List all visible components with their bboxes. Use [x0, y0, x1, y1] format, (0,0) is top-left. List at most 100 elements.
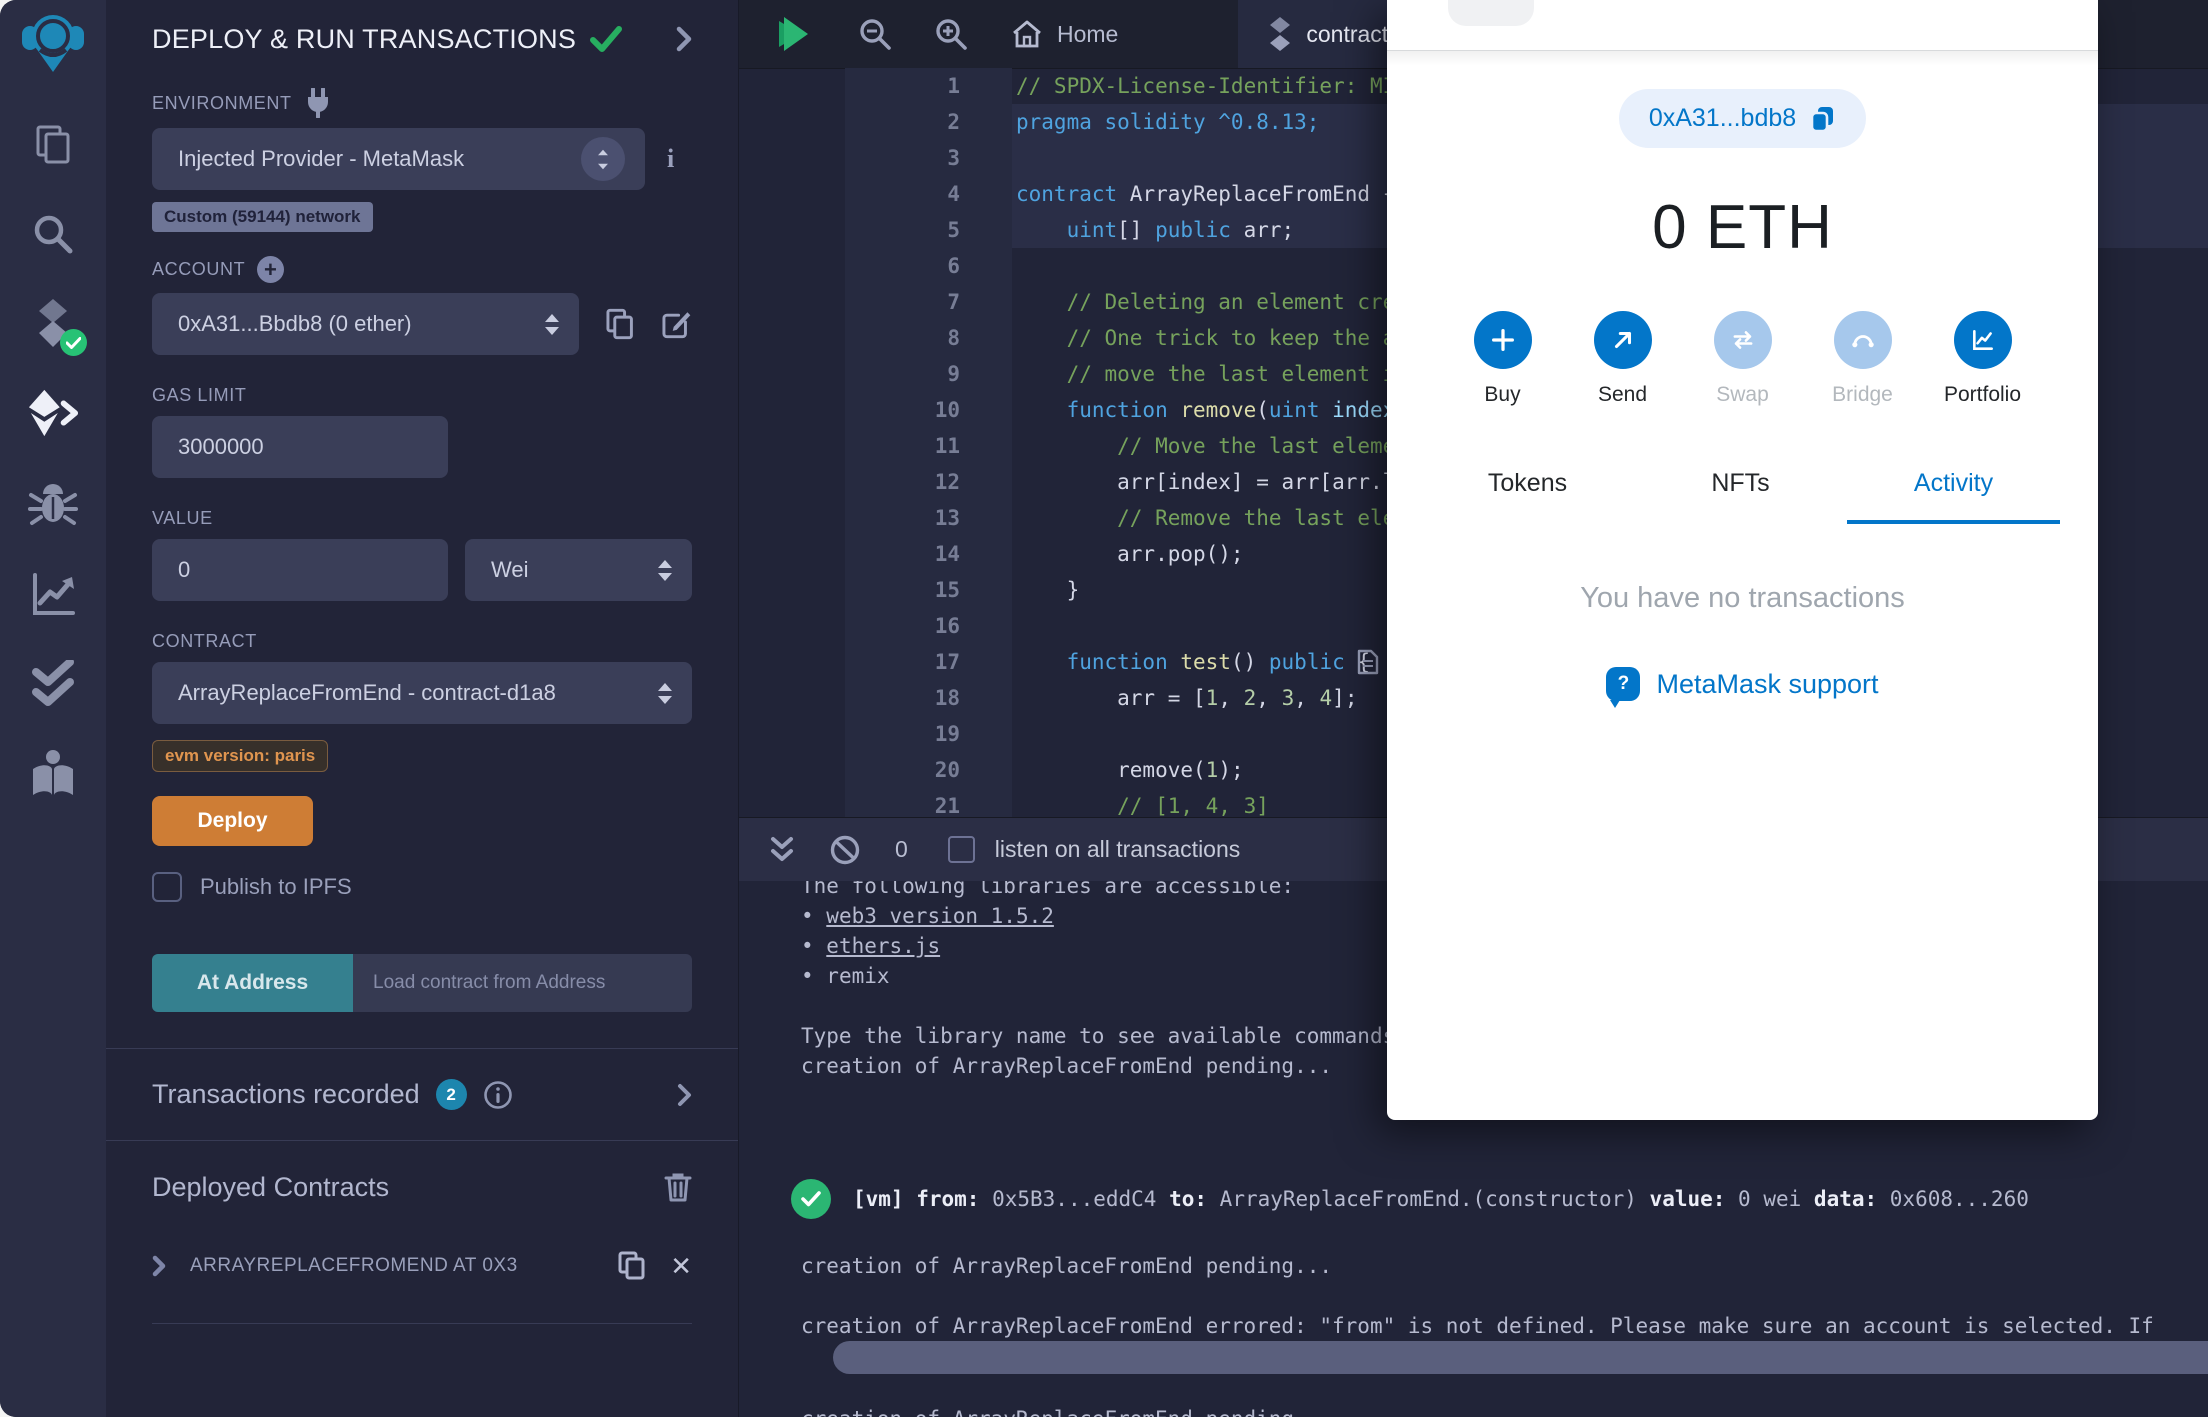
terminal-log-line: creation of ArrayReplaceFromEnd errored:… [801, 1314, 2154, 1338]
run-script-button[interactable] [777, 15, 811, 53]
load-contract-address-input[interactable] [353, 954, 692, 1012]
listened-transactions-count: 0 [895, 836, 908, 862]
copy-address-icon[interactable] [618, 1251, 646, 1281]
listen-all-transactions-label: listen on all transactions [994, 836, 1241, 862]
portfolio-action-button[interactable]: Portfolio [1944, 311, 2021, 407]
swap-icon [1713, 311, 1772, 369]
metamask-account-address: 0xA31...bdb8 [1648, 104, 1797, 132]
buy-action-button[interactable]: Buy [1473, 311, 1532, 407]
metamask-account-pill[interactable]: 0xA31...bdb8 [1618, 89, 1867, 148]
zoom-out-icon [860, 19, 891, 50]
line-number: 5 [845, 212, 1012, 248]
send-action-button[interactable]: Send [1593, 311, 1652, 407]
action-label: Send [1597, 383, 1648, 406]
copy-address-icon[interactable] [1810, 105, 1836, 133]
value-input[interactable] [152, 539, 448, 601]
add-account-icon[interactable]: + [257, 256, 285, 283]
terminal-expand-button[interactable] [769, 835, 795, 865]
copy-account-icon[interactable] [605, 308, 634, 340]
deployed-contracts-label: Deployed Contracts [152, 1171, 390, 1202]
terminal-horizontal-scrollbar[interactable] [739, 1341, 2208, 1374]
edit-account-icon[interactable] [661, 308, 692, 340]
deployed-contract-item[interactable]: ARRAYREPLACEFROMEND AT 0X3 ✕ [152, 1251, 692, 1281]
expand-chevron-icon[interactable] [152, 1255, 166, 1277]
plug-icon[interactable] [304, 88, 332, 118]
inline-file-icon[interactable] [1357, 649, 1379, 675]
tab-home[interactable]: Home [1011, 19, 1118, 49]
row-divider [152, 1323, 692, 1324]
search-icon [34, 215, 73, 254]
zoom-in-button[interactable] [933, 16, 969, 52]
metamask-tab-nfts[interactable]: NFTs [1634, 469, 1847, 524]
metamask-tab-tokens[interactable]: Tokens [1421, 469, 1634, 524]
at-address-button[interactable]: At Address [152, 954, 353, 1012]
zoom-in-icon [936, 19, 967, 50]
transactions-count-badge: 2 [435, 1079, 467, 1110]
listen-all-transactions-checkbox[interactable] [947, 836, 975, 863]
account-select[interactable]: 0xA31...Bbdb8 (0 ether) [152, 293, 580, 355]
sidebar-item-analytics[interactable] [27, 568, 79, 620]
panel-check-icon [590, 26, 623, 52]
line-number: 4 [845, 176, 1012, 212]
environment-select[interactable]: Injected Provider - MetaMask [152, 128, 645, 190]
plus-icon [1473, 311, 1532, 369]
analytics-chart-icon [33, 573, 75, 615]
remix-logo-icon[interactable] [20, 10, 86, 80]
trash-icon[interactable] [664, 1171, 692, 1203]
sidebar-item-debugger[interactable] [27, 478, 79, 530]
value-unit-select[interactable]: Wei [465, 539, 692, 601]
sidebar-item-file-explorer[interactable] [27, 118, 79, 170]
file-explorer-icon [36, 125, 70, 164]
close-icon[interactable]: ✕ [670, 1253, 692, 1279]
zoom-out-button[interactable] [857, 16, 893, 52]
publish-ipfs-label: Publish to IPFS [200, 874, 352, 899]
action-label: Swap [1716, 383, 1769, 406]
line-number: 20 [845, 752, 1012, 788]
sidebar-item-unit-testing[interactable] [27, 658, 79, 710]
learneth-book-icon [33, 750, 73, 795]
metamask-tab-activity[interactable]: Activity [1847, 469, 2060, 524]
transactions-recorded-row[interactable]: Transactions recorded 2 [152, 1049, 692, 1140]
gas-limit-input[interactable] [152, 416, 448, 478]
select-arrows-icon [658, 559, 672, 581]
sidebar-item-solidity-compiler[interactable] [27, 298, 87, 356]
sidebar-item-learneth[interactable] [27, 748, 79, 800]
metamask-action-buttons: Buy Send Swap Bridge Portfolio [1387, 311, 2098, 407]
double-check-icon [32, 660, 74, 706]
line-number: 19 [845, 716, 1012, 752]
line-number: 17 [845, 644, 1012, 680]
deploy-button[interactable]: Deploy [152, 796, 313, 846]
home-icon [1013, 20, 1041, 48]
publish-ipfs-checkbox[interactable] [152, 872, 182, 902]
clear-console-button[interactable] [829, 834, 861, 866]
sidebar-item-deploy-and-run[interactable] [27, 388, 79, 440]
environment-label-row: ENVIRONMENT [152, 88, 692, 118]
compile-success-badge [60, 329, 87, 356]
terminal-library-link[interactable]: ethers.js [826, 934, 940, 958]
environment-info-icon[interactable]: i [667, 144, 674, 174]
panel-header: DEPLOY & RUN TRANSACTIONS [152, 16, 692, 62]
transactions-info-icon[interactable] [483, 1080, 513, 1110]
sidebar-item-search[interactable] [27, 208, 79, 260]
contract-select[interactable]: ArrayReplaceFromEnd - contract-d1a8 [152, 662, 692, 724]
chart-icon [1953, 311, 2012, 369]
terminal-library-link[interactable]: web3 version 1.5.2 [826, 904, 1054, 928]
metamask-balance: 0 ETH [1652, 193, 1833, 262]
swap-action-button: Swap [1713, 311, 1772, 407]
line-number: 14 [845, 536, 1012, 572]
contract-value: ArrayReplaceFromEnd - contract-d1a8 [178, 680, 556, 705]
transactions-expand-chevron-icon[interactable] [677, 1083, 692, 1107]
deployed-contract-name: ARRAYREPLACEFROMEND AT 0X3 [190, 1255, 518, 1276]
bridge-icon [1833, 311, 1892, 369]
line-number: 6 [845, 248, 1012, 284]
account-label-row: ACCOUNT + [152, 256, 692, 283]
metamask-support-link[interactable]: ? MetaMask support [1606, 667, 1879, 708]
metamask-header [1387, 0, 2098, 66]
line-number: 10 [845, 392, 1012, 428]
line-number: 11 [845, 428, 1012, 464]
double-chevron-down-icon [771, 836, 793, 861]
value-unit: Wei [491, 557, 529, 582]
remix-ide-window: DEPLOY & RUN TRANSACTIONS ENVIRONMENT In… [0, 0, 2208, 1417]
line-number: 8 [845, 320, 1012, 356]
panel-expand-chevron-icon[interactable] [676, 26, 692, 52]
